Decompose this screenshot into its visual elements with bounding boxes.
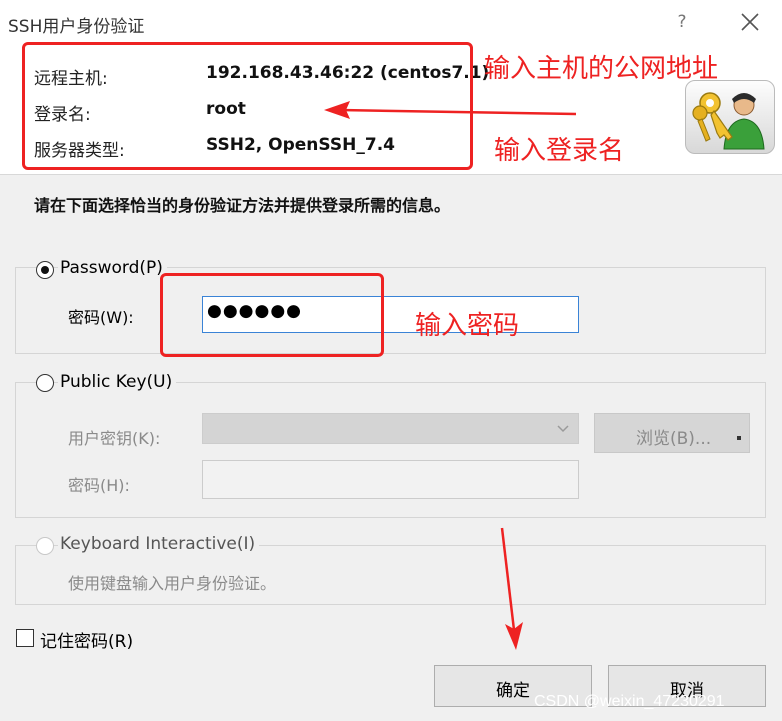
user-key-select[interactable] bbox=[202, 413, 579, 444]
csdn-watermark: CSDN @weixin_47230291 bbox=[534, 693, 725, 710]
passphrase-label: 密码(H): bbox=[68, 476, 130, 495]
password-highlight bbox=[160, 273, 384, 357]
instruction-text: 请在下面选择恰当的身份验证方法并提供登录所需的信息。 bbox=[34, 196, 451, 215]
browse-button[interactable]: 浏览(B)... bbox=[594, 413, 750, 453]
annotation-password: 输入密码 bbox=[415, 311, 520, 341]
window-title: SSH用户身份验证 bbox=[8, 17, 145, 37]
annotation-arrow-down bbox=[500, 527, 523, 650]
password-radio[interactable] bbox=[36, 261, 54, 279]
annotation-login-name: 输入登录名 bbox=[494, 136, 625, 166]
public-key-radio-label[interactable]: Public Key(U) bbox=[58, 372, 177, 392]
keyboard-interactive-description: 使用键盘输入用户身份验证。 bbox=[68, 574, 277, 593]
keyboard-interactive-radio[interactable] bbox=[36, 537, 54, 555]
user-key-label: 用户密钥(K): bbox=[68, 429, 161, 448]
help-icon[interactable]: ? bbox=[672, 12, 692, 34]
key-user-icon bbox=[685, 80, 775, 154]
annotation-public-ip: 输入主机的公网地址 bbox=[484, 54, 719, 84]
close-icon[interactable] bbox=[738, 10, 762, 34]
browse-button-label: 浏览(B)... bbox=[636, 429, 712, 449]
passphrase-input[interactable] bbox=[202, 460, 579, 499]
dropdown-indicator-icon bbox=[737, 436, 741, 440]
remember-password-label[interactable]: 记住密码(R) bbox=[40, 627, 133, 652]
radio-selected-dot bbox=[41, 266, 49, 274]
annotation-arrow-left bbox=[324, 101, 577, 119]
keyboard-interactive-label[interactable]: Keyboard Interactive(I) bbox=[58, 534, 260, 554]
header-divider bbox=[0, 174, 782, 175]
chevron-down-icon bbox=[557, 425, 569, 433]
public-key-radio[interactable] bbox=[36, 374, 54, 392]
remember-password-checkbox[interactable] bbox=[16, 629, 34, 647]
password-radio-label[interactable]: Password(P) bbox=[58, 258, 167, 278]
password-field-label: 密码(W): bbox=[68, 308, 134, 327]
